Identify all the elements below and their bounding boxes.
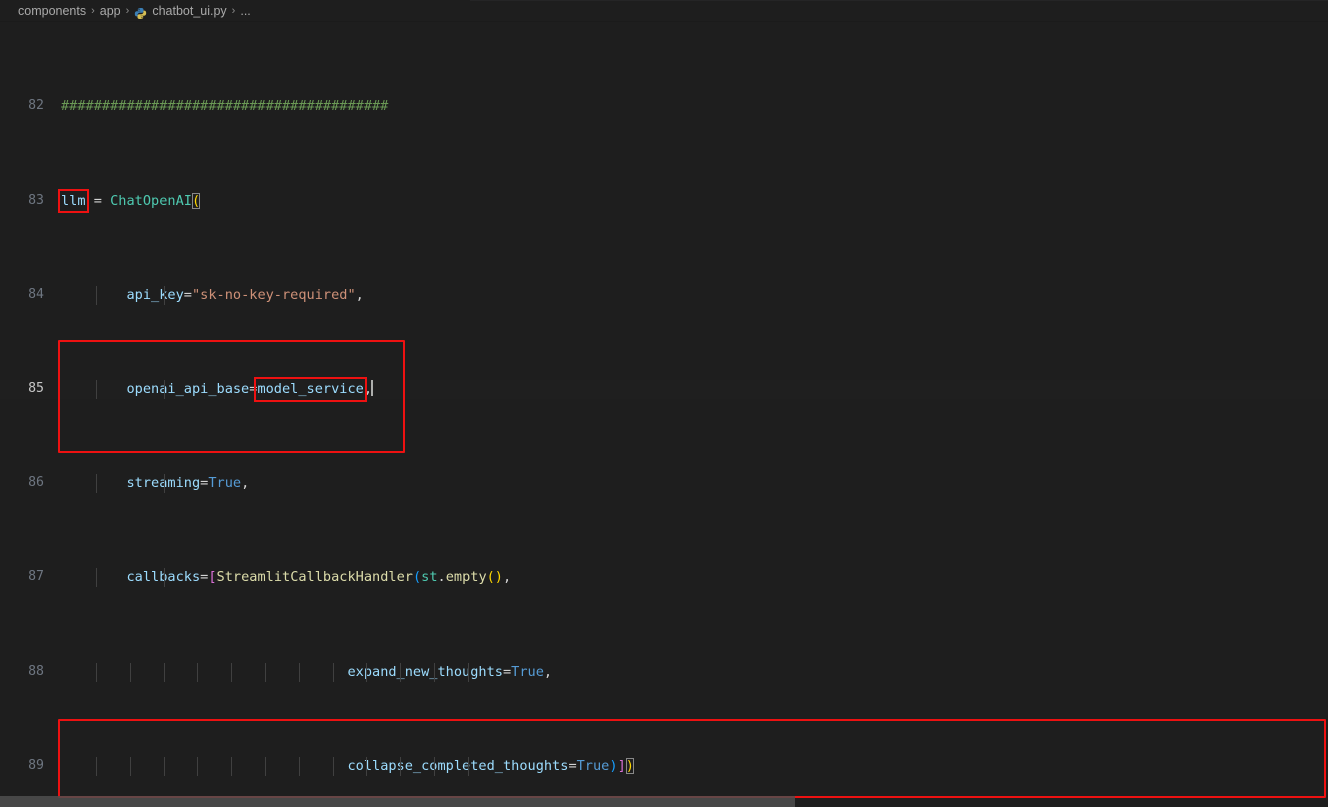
breadcrumb-separator-icon: ›: [91, 5, 95, 17]
breadcrumb-item-app[interactable]: app: [100, 4, 121, 18]
code-token-model-service: model_service: [257, 381, 364, 398]
horizontal-scrollbar[interactable]: [0, 796, 1328, 807]
code-token-true: True: [511, 663, 544, 680]
code-token-collapse-completed-thoughts: collapse_completed_thoughts: [347, 757, 569, 774]
breadcrumb-item-components[interactable]: components: [18, 4, 86, 18]
breadcrumb-separator-icon: ›: [125, 5, 130, 17]
code-editor[interactable]: 82 #####################################…: [0, 22, 1328, 807]
code-token-st: st: [421, 569, 438, 586]
line-number: 85: [28, 381, 44, 397]
tab-bar-seam: [470, 0, 1328, 1]
code-token-empty: empty: [445, 569, 487, 586]
text-cursor: [371, 380, 374, 397]
line-number: 87: [28, 569, 44, 585]
code-token-true: True: [208, 475, 242, 492]
code-token-true: True: [576, 757, 610, 774]
horizontal-scroll-thumb[interactable]: [0, 796, 795, 807]
python-file-icon: [134, 7, 147, 20]
code-line[interactable]: 82 #####################################…: [0, 97, 1328, 116]
line-number: 89: [28, 757, 44, 773]
code-line[interactable]: 88 expand_new_thoughts=True,: [0, 662, 1328, 682]
breadcrumb-item-file[interactable]: chatbot_ui.py: [152, 4, 226, 18]
code-token-llm: llm: [61, 192, 86, 209]
breadcrumb-item-overflow[interactable]: ...: [240, 4, 250, 18]
code-token-streamlit-handler: StreamlitCallbackHandler: [216, 569, 413, 586]
code-token-api-key: api_key: [126, 286, 184, 303]
breadcrumb: components › app › chatbot_ui.py › ...: [0, 0, 1328, 22]
breadcrumb-bottom-border: [0, 21, 1328, 22]
code-line[interactable]: 84 api_key="sk-no-key-required",: [0, 285, 1328, 305]
code-token-api-key-value: "sk-no-key-required": [191, 286, 356, 303]
code-token-expand-new-thoughts: expand_new_thoughts: [347, 663, 503, 680]
code-line[interactable]: 87 callbacks=[StreamlitCallbackHandler(s…: [0, 568, 1328, 588]
bracket-match: (: [191, 192, 201, 209]
line-number: 86: [28, 475, 44, 491]
line-number: 83: [28, 192, 44, 208]
breadcrumb-separator-icon: ›: [231, 5, 236, 17]
code-token-chatopenai: ChatOpenAI: [110, 192, 192, 209]
code-content[interactable]: 82 #####################################…: [0, 22, 1328, 807]
code-line[interactable]: 89 collapse_completed_thoughts=True)]): [0, 756, 1328, 776]
line-number: 82: [28, 98, 44, 114]
line-number: 84: [28, 286, 44, 302]
code-token-comment: ########################################: [61, 98, 389, 115]
code-line[interactable]: 83 llm = ChatOpenAI(: [0, 188, 1328, 214]
code-line-active[interactable]: 85 openai_api_base=model_service,: [0, 377, 1328, 402]
code-line[interactable]: 86 streaming=True,: [0, 474, 1328, 494]
line-number: 88: [28, 663, 44, 679]
code-token-openai-api-base: openai_api_base: [126, 381, 250, 398]
bracket-match: ): [625, 757, 634, 774]
